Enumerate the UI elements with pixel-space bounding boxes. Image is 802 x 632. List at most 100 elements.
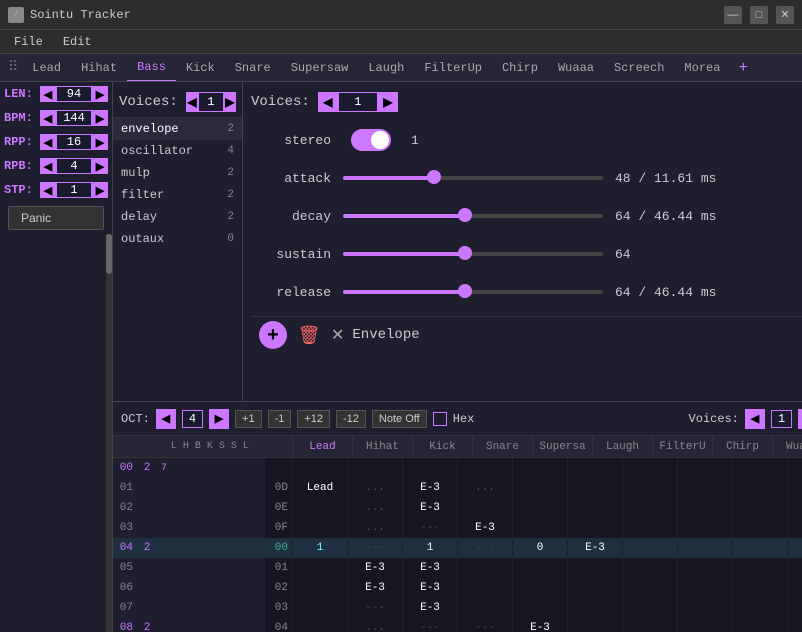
td-hihat-02[interactable]: ...	[348, 498, 403, 518]
td-lead-04[interactable]: 1	[293, 538, 348, 558]
td-laugh-04[interactable]: E-3	[568, 538, 623, 558]
inst-envelope[interactable]: envelope 2	[113, 118, 242, 140]
td-screech-06[interactable]	[788, 578, 802, 598]
td-hihat-01[interactable]: ...	[348, 478, 403, 498]
attack-thumb[interactable]	[427, 170, 441, 184]
td-kick-00[interactable]	[403, 458, 458, 478]
stp-decrement[interactable]: ◀	[40, 182, 56, 198]
tab-morea[interactable]: Morea	[674, 54, 730, 82]
td-kick-04[interactable]: 1	[403, 538, 458, 558]
td-supersa-04[interactable]: 0	[513, 538, 568, 558]
tab-add-button[interactable]: +	[730, 57, 756, 79]
sustain-slider[interactable]	[343, 252, 603, 256]
tab-bass[interactable]: Bass	[127, 54, 176, 82]
td-supersa-02[interactable]	[513, 498, 568, 518]
td-chirp-00[interactable]	[678, 458, 733, 478]
td-filteru-07[interactable]	[623, 598, 678, 618]
note-off-button[interactable]: Note Off	[372, 410, 427, 428]
td-supersa-01[interactable]	[513, 478, 568, 498]
td-laugh-00[interactable]	[568, 458, 623, 478]
td-wuaaa-02[interactable]	[733, 498, 788, 518]
td-kick-01[interactable]: E-3	[403, 478, 458, 498]
cancel-button[interactable]: ✕	[331, 325, 344, 345]
tab-laugh[interactable]: Laugh	[358, 54, 414, 82]
bpm-increment[interactable]: ▶	[92, 110, 108, 126]
td-wuaaa-06[interactable]	[733, 578, 788, 598]
td-screech-03[interactable]	[788, 518, 802, 538]
td-supersa-07[interactable]	[513, 598, 568, 618]
td-filteru-05[interactable]	[623, 558, 678, 578]
td-filteru-08[interactable]	[623, 618, 678, 632]
td-wuaaa-07[interactable]	[733, 598, 788, 618]
td-laugh-08[interactable]	[568, 618, 623, 632]
voices-next[interactable]: ▶	[224, 92, 236, 112]
td-hihat-00[interactable]	[348, 458, 403, 478]
td-kick-07[interactable]: E-3	[403, 598, 458, 618]
voices-prev[interactable]: ◀	[186, 92, 198, 112]
td-chirp-03[interactable]	[678, 518, 733, 538]
td-screech-05[interactable]	[788, 558, 802, 578]
maximize-button[interactable]: □	[750, 6, 768, 24]
td-chirp-02[interactable]	[678, 498, 733, 518]
bpm-decrement[interactable]: ◀	[40, 110, 56, 126]
td-laugh-07[interactable]	[568, 598, 623, 618]
sidebar-scrollbar[interactable]	[106, 234, 112, 632]
td-snare-06[interactable]	[458, 578, 513, 598]
td-lead-07[interactable]	[293, 598, 348, 618]
td-screech-08[interactable]	[788, 618, 802, 632]
tab-supersaw[interactable]: Supersaw	[281, 54, 359, 82]
len-increment[interactable]: ▶	[92, 86, 108, 102]
release-thumb[interactable]	[458, 284, 472, 298]
attack-slider[interactable]	[343, 176, 603, 180]
td-screech-01[interactable]	[788, 478, 802, 498]
voices2-decrement[interactable]: ◀	[745, 409, 765, 429]
tab-drag-handle[interactable]: ⠿	[4, 59, 22, 76]
td-wuaaa-01[interactable]	[733, 478, 788, 498]
td-snare-07[interactable]	[458, 598, 513, 618]
td-chirp-08[interactable]	[678, 618, 733, 632]
decay-thumb[interactable]	[458, 208, 472, 222]
td-wuaaa-05[interactable]	[733, 558, 788, 578]
td-supersa-00[interactable]	[513, 458, 568, 478]
td-filteru-00[interactable]	[623, 458, 678, 478]
minus12-button[interactable]: -12	[336, 410, 366, 428]
td-chirp-07[interactable]	[678, 598, 733, 618]
td-kick-08[interactable]: ---	[403, 618, 458, 632]
td-hihat-08[interactable]: ...	[348, 618, 403, 632]
td-kick-02[interactable]: E-3	[403, 498, 458, 518]
stereo-toggle[interactable]	[351, 129, 391, 151]
td-snare-01[interactable]: ...	[458, 478, 513, 498]
stp-increment[interactable]: ▶	[92, 182, 108, 198]
td-lead-03[interactable]	[293, 518, 348, 538]
td-hihat-05[interactable]: E-3	[348, 558, 403, 578]
td-wuaaa-08[interactable]	[733, 618, 788, 632]
td-screech-02[interactable]	[788, 498, 802, 518]
td-lead-08[interactable]	[293, 618, 348, 632]
decay-slider[interactable]	[343, 214, 603, 218]
td-wuaaa-03[interactable]	[733, 518, 788, 538]
inst-outaux[interactable]: outaux 0	[113, 228, 242, 250]
td-lead-00[interactable]	[293, 458, 348, 478]
td-kick-06[interactable]: E-3	[403, 578, 458, 598]
delete-unit-button[interactable]: 🗑	[295, 321, 323, 349]
td-lead-06[interactable]	[293, 578, 348, 598]
td-filteru-02[interactable]	[623, 498, 678, 518]
minimize-button[interactable]: —	[724, 6, 742, 24]
oct-increment[interactable]: ▶	[209, 409, 229, 429]
inst-oscillator[interactable]: oscillator 4	[113, 140, 242, 162]
td-wuaaa-04[interactable]	[733, 538, 788, 558]
tab-kick[interactable]: Kick	[176, 54, 225, 82]
td-screech-07[interactable]	[788, 598, 802, 618]
td-laugh-01[interactable]	[568, 478, 623, 498]
td-supersa-06[interactable]	[513, 578, 568, 598]
td-lead-05[interactable]	[293, 558, 348, 578]
td-wuaaa-00[interactable]	[733, 458, 788, 478]
td-snare-04[interactable]: ---	[458, 538, 513, 558]
tab-filterup[interactable]: FilterUp	[414, 54, 492, 82]
td-snare-00[interactable]	[458, 458, 513, 478]
inst-voices-next[interactable]: ▶	[378, 92, 398, 112]
release-slider[interactable]	[343, 290, 603, 294]
rpp-decrement[interactable]: ◀	[40, 134, 56, 150]
td-snare-02[interactable]	[458, 498, 513, 518]
td-laugh-05[interactable]	[568, 558, 623, 578]
